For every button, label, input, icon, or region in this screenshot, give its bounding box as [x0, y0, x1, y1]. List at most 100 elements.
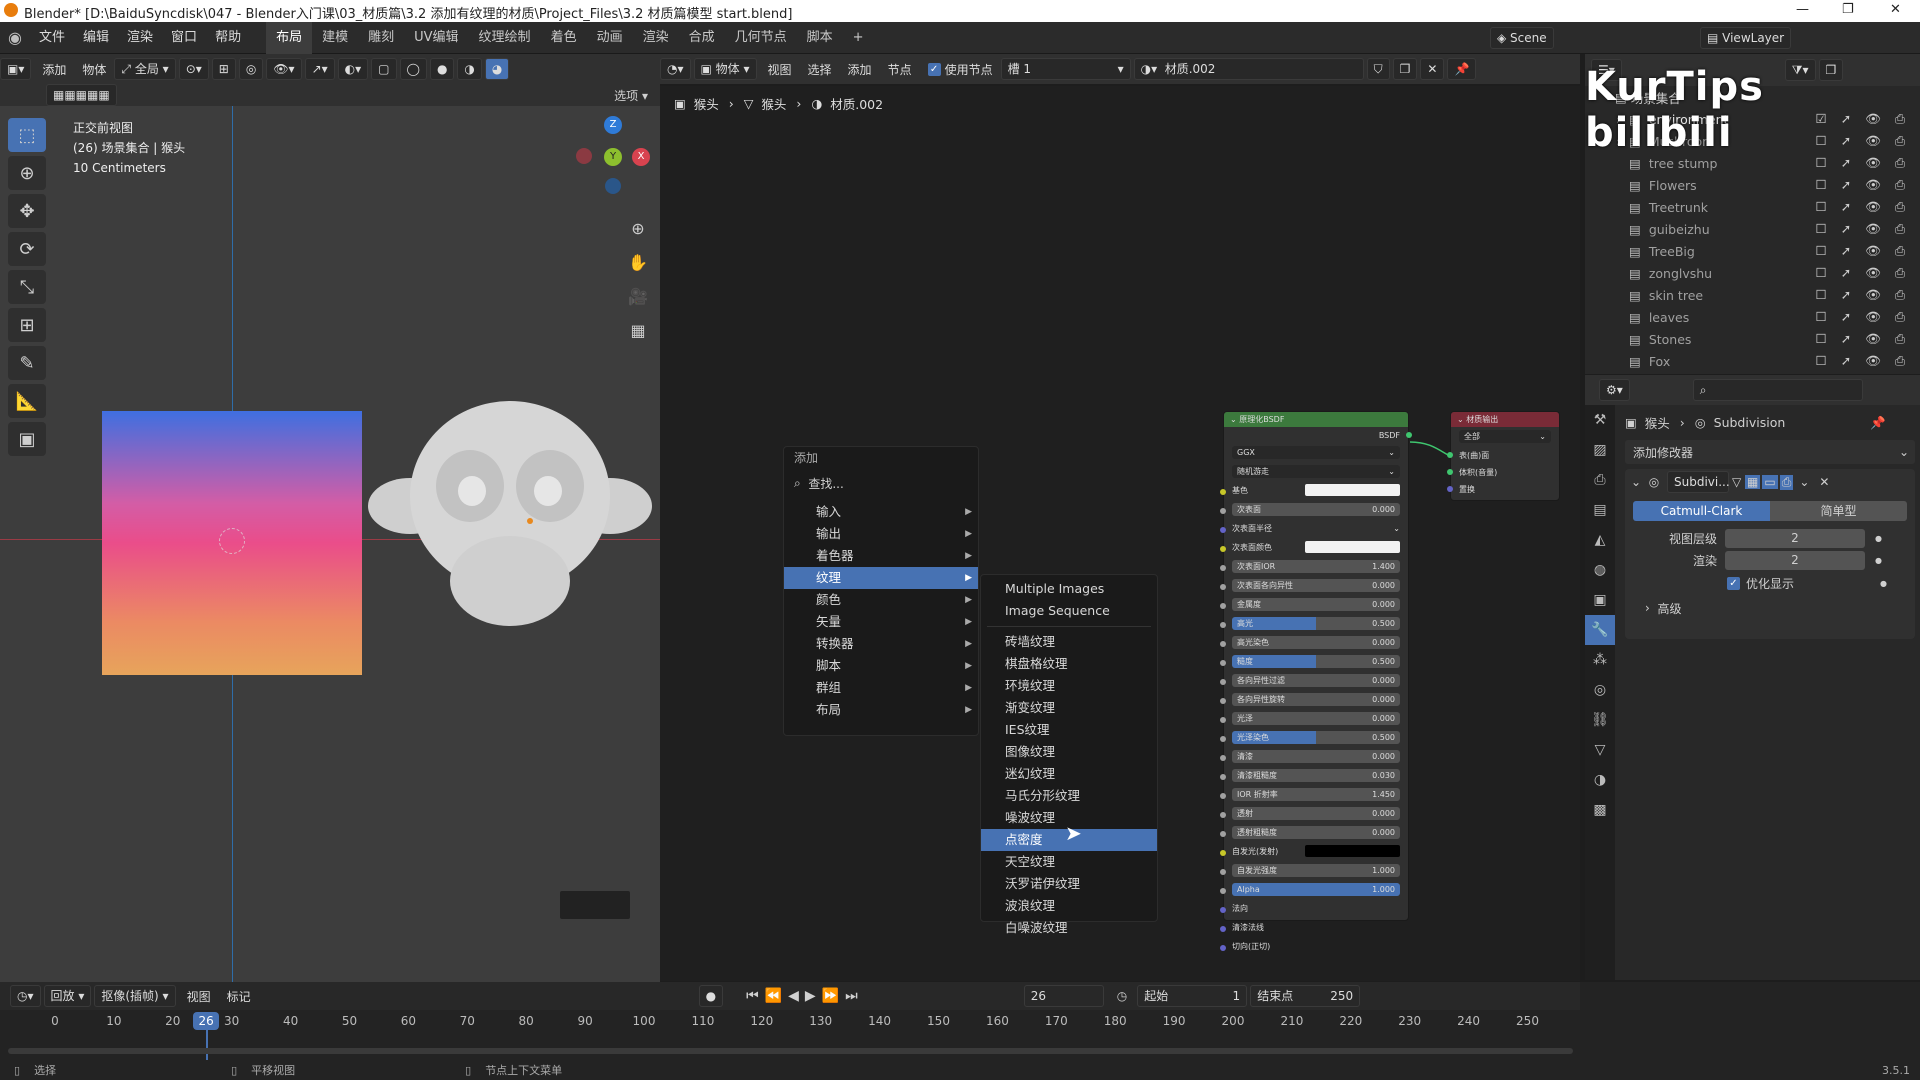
tab-shading[interactable]: 着色 [541, 22, 587, 54]
props-search[interactable]: ⌕ [1692, 379, 1863, 401]
proportional-edit-icon[interactable]: ◎ [238, 58, 264, 80]
menu-magic-texture[interactable]: 迷幻纹理 [981, 763, 1157, 785]
menu-render[interactable]: 渲染 [118, 22, 162, 54]
fake-user-icon[interactable]: ⛉ [1366, 58, 1390, 80]
menu-image-sequence[interactable]: Image Sequence [981, 600, 1157, 622]
viewport-object-menu[interactable]: 物体 [82, 61, 106, 78]
overlay-toggle-icon[interactable]: ◐▾ [337, 58, 369, 80]
visibility-toggles[interactable]: ☐ ➚ 👁 ⎙ [1816, 177, 1910, 193]
menu-shader[interactable]: 着色器 ▶ [784, 545, 978, 567]
start-frame-field[interactable]: 起始 1 [1137, 985, 1248, 1007]
add-modifier-dropdown[interactable]: 添加修改器 ⌄ [1625, 440, 1915, 464]
move-icon[interactable]: ✥ [8, 194, 46, 228]
menu-checker-texture[interactable]: 棋盘格纹理 [981, 653, 1157, 675]
new-collection-icon[interactable]: ❐ [1818, 59, 1844, 81]
outliner-item[interactable]: ▤ skin tree ☐ ➚ 👁 ⎙ [1585, 284, 1920, 306]
input-socket[interactable] [1220, 546, 1226, 552]
camera-icon[interactable]: 🎥 [624, 280, 652, 314]
bsdf-input-row[interactable]: 光泽 0.000 [1220, 712, 1400, 729]
menu-white-noise-texture[interactable]: 白噪波纹理 [981, 917, 1157, 939]
menu-ies-texture[interactable]: IES纹理 [981, 719, 1157, 741]
input-socket[interactable] [1220, 888, 1226, 894]
output-tab-icon[interactable]: ⎙ [1585, 465, 1615, 495]
bsdf-input-row[interactable]: 金属度 0.000 [1220, 598, 1400, 615]
tab-rendering[interactable]: 渲染 [633, 22, 679, 54]
visibility-toggles[interactable]: ☐ ➚ 👁 ⎙ [1816, 199, 1910, 215]
shading-rendered-icon[interactable]: ◕ [484, 58, 510, 80]
menu-converter[interactable]: 转换器 ▶ [784, 633, 978, 655]
transform-icon[interactable]: ⊞ [8, 308, 46, 342]
outliner-item[interactable]: ▤ Treetrunk ☐ ➚ 👁 ⎙ [1585, 196, 1920, 218]
collapse-icon[interactable]: ⌄ [1631, 475, 1649, 489]
outliner-item[interactable]: ▤ Fox ☐ ➚ 👁 ⎙ [1585, 350, 1920, 372]
outliner-item[interactable]: ▤ Flowers ☐ ➚ 👁 ⎙ [1585, 174, 1920, 196]
color-swatch[interactable] [1305, 541, 1400, 553]
visibility-toggles[interactable]: ☐ ➚ 👁 ⎙ [1816, 331, 1910, 347]
tab-simple[interactable]: 简单型 [1770, 501, 1907, 521]
input-socket[interactable] [1220, 850, 1226, 856]
menu-musgrave-texture[interactable]: 马氏分形纹理 [981, 785, 1157, 807]
input-socket[interactable] [1220, 812, 1226, 818]
menu-multiple-images[interactable]: Multiple Images [981, 578, 1157, 600]
outliner-item[interactable]: ▤ guibeizhu ☐ ➚ 👁 ⎙ [1585, 218, 1920, 240]
shader-type-dropdown[interactable]: ▣ 物体 ▾ [693, 58, 757, 80]
menu-environment-texture[interactable]: 环境纹理 [981, 675, 1157, 697]
input-socket[interactable] [1220, 527, 1226, 533]
input-socket[interactable] [1220, 622, 1226, 628]
viewport-display-icon[interactable]: ▭ [1762, 475, 1778, 489]
constraints-tab-icon[interactable]: ⛓ [1585, 705, 1615, 735]
gizmo-x[interactable]: X [632, 148, 650, 166]
timeline-scrollbar[interactable] [8, 1048, 1573, 1054]
xray-icon[interactable]: ▢ [371, 58, 397, 80]
input-socket[interactable] [1220, 584, 1226, 590]
on-cage-icon[interactable]: ▦ [1745, 475, 1761, 489]
select-mode-buttons[interactable]: ▦▦▦▦▦ [46, 84, 117, 106]
input-socket[interactable] [1220, 945, 1226, 951]
bsdf-input-row[interactable]: 次表面IOR 1.400 [1220, 560, 1400, 577]
rotate-icon[interactable]: ⟳ [8, 232, 46, 266]
material-selector[interactable]: ◑▾ 材质.002 [1133, 58, 1364, 80]
input-socket[interactable] [1220, 603, 1226, 609]
render-display-icon[interactable]: ⎙ [1779, 474, 1794, 490]
material-output-node[interactable]: ⌄ 材质输出 全部 ⌄ 表(曲)面 体积(音量) 置换 [1447, 411, 1560, 501]
node-view-menu[interactable]: 视图 [768, 61, 792, 78]
close-icon[interactable]: ✕ [1890, 2, 1901, 17]
bsdf-input-row[interactable]: 各向异性旋转 0.000 [1220, 693, 1400, 710]
end-frame-field[interactable]: 结束点 250 [1250, 985, 1361, 1007]
input-socket[interactable] [1220, 698, 1226, 704]
options-dropdown[interactable]: 选项 ▾ [614, 87, 648, 104]
menu-file[interactable]: 文件 [30, 22, 74, 54]
scale-icon[interactable]: ⤡ [8, 270, 46, 304]
menu-script[interactable]: 脚本 ▶ [784, 655, 978, 677]
visibility-toggles[interactable]: ☑ ➚ 👁 ⎙ [1816, 111, 1910, 127]
outliner-item[interactable]: ▤ tree stump ☐ ➚ 👁 ⎙ [1585, 152, 1920, 174]
tab-scripting[interactable]: 脚本 [797, 22, 843, 54]
bsdf-input-row[interactable]: Alpha 1.000 [1220, 883, 1400, 900]
input-socket[interactable] [1220, 641, 1226, 647]
current-frame-marker[interactable]: 26 [193, 1012, 220, 1030]
bsdf-input-row[interactable]: 切向(正切) [1220, 940, 1400, 957]
expand-arrow-icon[interactable]: › [1585, 112, 1621, 127]
visibility-toggles[interactable]: ☐ ➚ 👁 ⎙ [1816, 133, 1910, 149]
bsdf-input-row[interactable]: 清漆 0.000 [1220, 750, 1400, 767]
output-target-dropdown[interactable]: 全部 ⌄ [1459, 430, 1551, 447]
bsdf-node-header[interactable]: ⌄ 原理化BSDF [1224, 412, 1408, 427]
input-socket[interactable] [1220, 774, 1226, 780]
menu-group[interactable]: 群组 ▶ [784, 677, 978, 699]
snap-icon[interactable]: ⊞ [211, 58, 236, 80]
keyframe-dot-icon[interactable]: ● [1880, 579, 1887, 588]
menu-brick-texture[interactable]: 砖墙纹理 [981, 631, 1157, 653]
outliner-item[interactable]: ▤ leaves ☐ ➚ 👁 ⎙ [1585, 306, 1920, 328]
menu-help[interactable]: 帮助 [206, 22, 250, 54]
input-socket[interactable] [1220, 755, 1226, 761]
outliner-item[interactable]: › ▤ environment ☑ ➚ 👁 ⎙ [1585, 108, 1920, 130]
bsdf-input-row[interactable]: 次表面各向异性 0.000 [1220, 579, 1400, 596]
node-select-menu[interactable]: 选择 [808, 61, 832, 78]
color-swatch[interactable] [1305, 845, 1400, 857]
suzanne-mesh[interactable] [360, 391, 660, 651]
scene-selector[interactable]: ◈ Scene [1490, 27, 1554, 49]
outliner-item[interactable]: ▤ zonglvshu ☐ ➚ 👁 ⎙ [1585, 262, 1920, 284]
visibility-toggles[interactable]: ☐ ➚ 👁 ⎙ [1816, 221, 1910, 237]
editor-type-button[interactable]: ▣▾ [0, 58, 32, 80]
menu-vector[interactable]: 矢量 ▶ [784, 611, 978, 633]
